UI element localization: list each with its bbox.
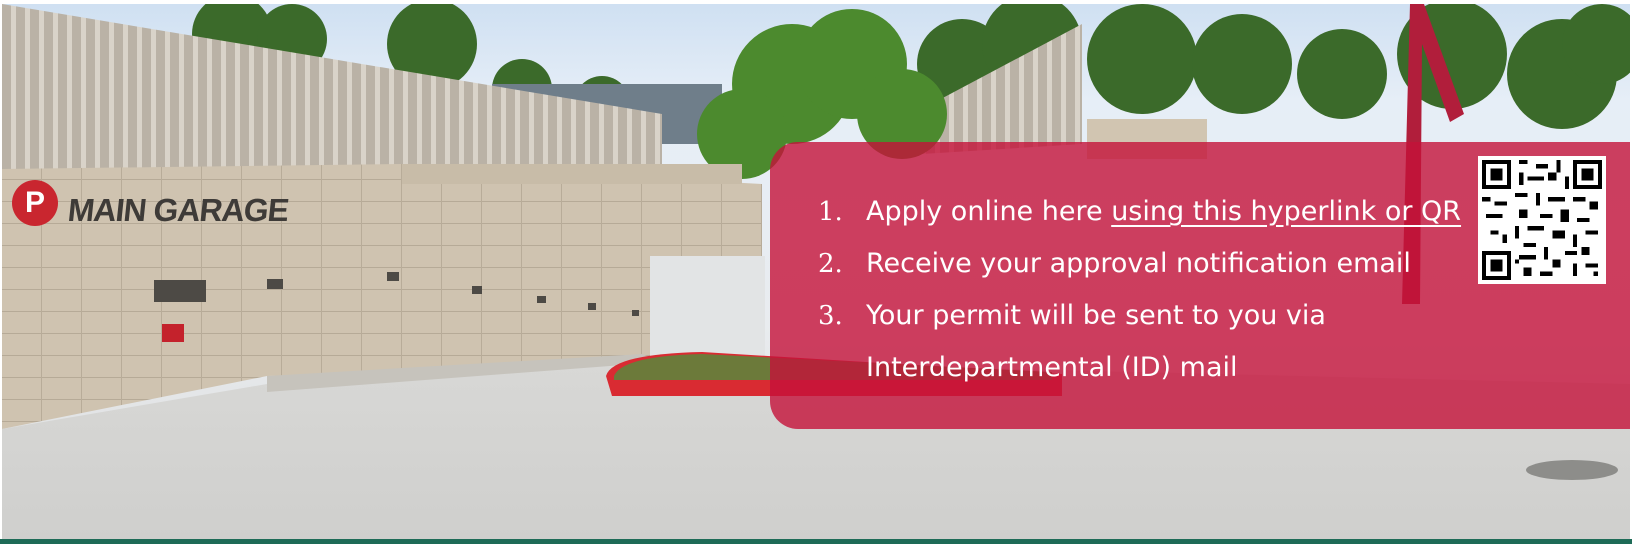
step-1-text: Apply online here <box>866 196 1112 227</box>
step-number: 3. <box>818 301 843 331</box>
step-text: Your permit will be sent to you via Inte… <box>866 290 1326 394</box>
banner: P MAIN GARAGE 1. Apply online here using… <box>0 0 1632 544</box>
step-number: 2. <box>818 249 843 279</box>
qr-code-icon[interactable] <box>1478 156 1606 284</box>
main-garage-sign: MAIN GARAGE <box>66 192 291 228</box>
parking-sign-letter: P <box>24 186 45 219</box>
small-sign <box>162 324 184 342</box>
step-3-text: Your permit will be sent to you via <box>866 300 1326 331</box>
manhole <box>1526 460 1618 480</box>
bottom-accent-bar <box>0 539 1632 544</box>
qr-code-graphic <box>1482 160 1602 280</box>
apply-online-link[interactable]: using this hyperlink or QR <box>1111 196 1461 227</box>
step-3-text-cont: Interdepartmental (ID) mail <box>866 352 1238 383</box>
step-text: Apply online here using this hyperlink o… <box>866 186 1461 238</box>
tunnel <box>650 256 765 360</box>
parking-sign-icon: P <box>12 180 58 226</box>
step-text: Receive your approval notification email <box>866 248 1411 279</box>
step-number: 1. <box>818 197 843 227</box>
